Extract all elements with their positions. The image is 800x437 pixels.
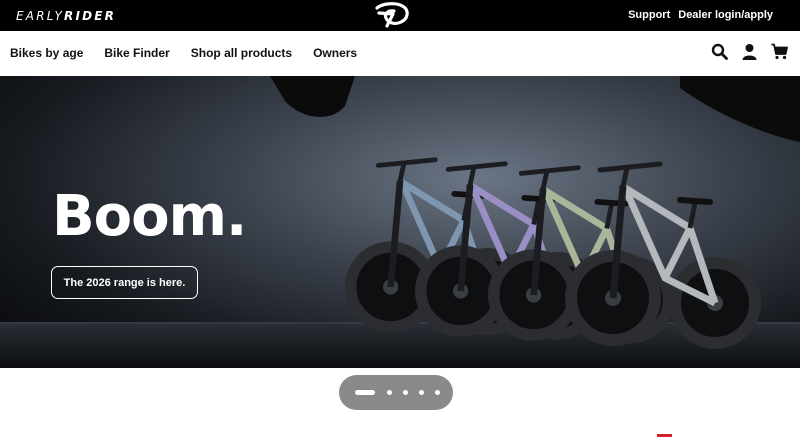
brand-word-rider: RIDER (64, 9, 117, 23)
main-nav-bar: Bikes by age Bike Finder Shop all produc… (0, 31, 800, 76)
cart-icon[interactable] (771, 43, 788, 60)
early-rider-logo-icon[interactable] (373, 2, 411, 29)
carousel-dot-4[interactable] (419, 390, 424, 395)
account-icon[interactable] (741, 43, 758, 60)
nav-bikes-by-age[interactable]: Bikes by age (10, 46, 83, 60)
nav-owners[interactable]: Owners (313, 46, 357, 60)
hero-title: Boom. (52, 184, 247, 249)
support-link[interactable]: Support (628, 9, 670, 21)
hero-cta-button[interactable]: The 2026 range is here. (51, 266, 198, 299)
carousel-dot-2[interactable] (387, 390, 392, 395)
brand-wordmark[interactable]: EARLYRIDER (16, 9, 116, 23)
main-nav: Bikes by age Bike Finder Shop all produc… (10, 46, 357, 60)
hero-banner[interactable]: Boom. The 2026 range is here. (0, 76, 800, 368)
top-bar: EARLYRIDER Support Dealer login/apply (0, 0, 800, 31)
dealer-login-link[interactable]: Dealer login/apply (678, 9, 773, 21)
carousel-pager (339, 375, 453, 410)
carousel-dot-5[interactable] (435, 390, 440, 395)
carousel-dot-1-active[interactable] (355, 390, 375, 395)
bike-lineup-image (345, 157, 761, 349)
nav-bike-finder[interactable]: Bike Finder (104, 46, 169, 60)
carousel-dot-3[interactable] (403, 390, 408, 395)
nav-shop-all-products[interactable]: Shop all products (191, 46, 292, 60)
search-icon[interactable] (711, 43, 728, 60)
brand-word-early: EARLY (16, 9, 64, 23)
